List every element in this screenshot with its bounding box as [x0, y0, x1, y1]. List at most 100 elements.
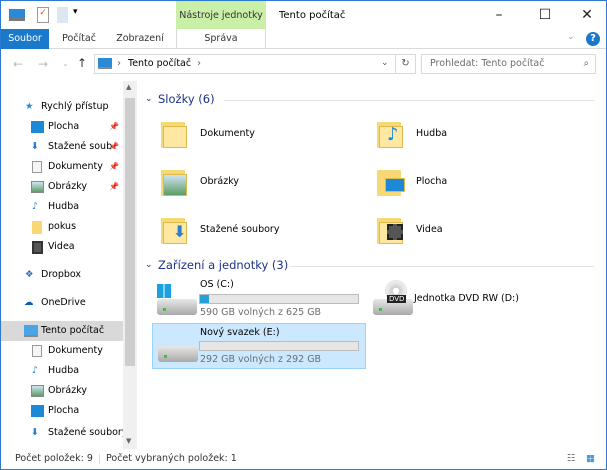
breadcrumb-separator[interactable]: ›	[197, 58, 201, 69]
search-icon: ⌕	[583, 58, 589, 69]
folder-plocha[interactable]: Plocha	[377, 166, 577, 198]
nav-label: Videa	[48, 241, 75, 252]
details-view-icon[interactable]: ☷	[567, 449, 576, 469]
large-icons-view-icon[interactable]: ▦	[586, 449, 595, 469]
nav-obrazky[interactable]: Obrázky 📌	[1, 177, 123, 197]
nav-label: Stažené soubory	[48, 427, 123, 438]
recent-locations-button[interactable]: ⌄	[62, 59, 69, 68]
folder-videa[interactable]: Videa	[377, 214, 577, 246]
collapse-devices-icon[interactable]: ⌄	[145, 260, 153, 270]
up-button[interactable]: ↑	[77, 56, 87, 70]
folder-hudba[interactable]: ♪ Hudba	[377, 118, 577, 150]
folder-label: Videa	[416, 224, 443, 235]
music-folder-icon: ♪	[377, 118, 403, 148]
videos-folder-icon	[377, 214, 403, 244]
drive-name: Nový svazek (E:)	[200, 327, 280, 338]
pin-icon: 📌	[109, 182, 119, 191]
collapse-folders-icon[interactable]: ⌄	[145, 94, 153, 104]
drive-c[interactable]: OS (C:) 590 GB volných z 625 GB	[152, 277, 366, 321]
search-placeholder: Prohledat: Tento počítač	[430, 58, 545, 69]
folder-label: Stažené soubory	[200, 224, 280, 235]
nav-pokus[interactable]: pokus	[1, 217, 123, 237]
folder-label: Hudba	[416, 128, 448, 139]
folders-header[interactable]: Složky (6)	[158, 92, 215, 106]
nav-label: Dropbox	[41, 269, 82, 280]
tab-zobrazeni[interactable]: Zobrazení	[109, 29, 171, 49]
drive-name: Jednotka DVD RW (D:)	[414, 293, 519, 304]
status-bar: Počet položek: 9 Počet vybraných položek…	[1, 449, 606, 469]
nav-dokumenty[interactable]: Dokumenty 📌	[1, 157, 123, 177]
address-dropdown-icon[interactable]: ⌄	[381, 58, 389, 68]
nav-pc-hudba[interactable]: ♪ Hudba	[1, 361, 123, 381]
pictures-icon	[31, 385, 44, 397]
nav-pc-plocha[interactable]: Plocha	[1, 401, 123, 421]
folder-stazene-soubory[interactable]: ⬇ Stažené soubory	[161, 214, 361, 246]
new-folder-icon[interactable]	[57, 7, 68, 23]
nav-dropbox[interactable]: ❖ Dropbox	[1, 265, 123, 285]
folder-dokumenty[interactable]: Dokumenty	[161, 118, 361, 150]
hard-drive-icon	[158, 346, 198, 362]
breadcrumb-separator[interactable]: ›	[117, 58, 121, 69]
tab-soubor[interactable]: Soubor	[1, 29, 49, 49]
computer-icon	[98, 58, 112, 69]
nav-label: Hudba	[48, 201, 80, 212]
folder-label: Dokumenty	[200, 128, 255, 139]
expand-ribbon-icon[interactable]: ⌄	[567, 32, 575, 42]
minimize-button[interactable]: –	[484, 5, 514, 25]
pin-icon: 📌	[109, 142, 119, 151]
drive-usage-bar	[199, 341, 359, 351]
dvd-badge: DVD	[387, 295, 407, 303]
drive-d[interactable]: DVD Jednotka DVD RW (D:)	[371, 277, 571, 321]
pin-icon: 📌	[109, 162, 119, 171]
breadcrumb-this-pc[interactable]: Tento počítač	[128, 58, 191, 69]
devices-header[interactable]: Zařízení a jednotky (3)	[158, 258, 288, 272]
refresh-icon[interactable]: ↻	[395, 55, 415, 73]
nav-videa[interactable]: Videa	[1, 237, 123, 257]
maximize-button[interactable]: ☐	[530, 5, 560, 25]
divider	[99, 454, 100, 464]
nav-pc-stazene[interactable]: ⬇ Stažené soubory	[1, 423, 123, 443]
pictures-folder-icon	[161, 166, 187, 196]
forward-button[interactable]: →	[38, 57, 48, 71]
nav-pc-dokumenty[interactable]: Dokumenty	[1, 341, 123, 361]
close-button[interactable]: ✕	[572, 5, 602, 25]
scroll-up-icon[interactable]: ▲	[126, 83, 131, 91]
nav-label: Hudba	[48, 365, 80, 376]
item-count: Počet položek: 9	[15, 453, 93, 464]
drive-e-selected[interactable]: Nový svazek (E:) 292 GB volných z 292 GB	[152, 323, 366, 369]
nav-stazene[interactable]: ⬇ Stažené soub 📌	[1, 137, 123, 157]
nav-scrollbar-thumb[interactable]	[125, 98, 135, 366]
search-input[interactable]: Prohledat: Tento počítač ⌕	[421, 54, 596, 74]
download-icon: ⬇	[31, 141, 39, 152]
drive-free-space: 292 GB volných z 292 GB	[200, 354, 322, 365]
folder-obrazky[interactable]: Obrázky	[161, 166, 361, 198]
music-icon: ♪	[32, 365, 39, 376]
pin-icon: 📌	[109, 122, 119, 131]
computer-icon	[24, 325, 38, 337]
customize-quick-access-icon[interactable]: ▾	[73, 7, 78, 23]
title-bar: ✓ ▾ Nástroje jednotky Tento počítač – ☐ …	[1, 1, 606, 29]
properties-icon[interactable]: ✓	[37, 7, 49, 23]
nav-plocha[interactable]: Plocha 📌	[1, 117, 123, 137]
hard-drive-icon	[157, 299, 197, 315]
nav-label: Tento počítač	[41, 325, 105, 336]
help-icon[interactable]: ?	[586, 32, 600, 46]
nav-pc-obrazky[interactable]: Obrázky	[1, 381, 123, 401]
nav-label: Stažené soub	[48, 141, 113, 152]
folder-label: Plocha	[416, 176, 448, 187]
nav-quick-access[interactable]: ★ Rychlý přístup	[1, 97, 123, 117]
nav-hudba[interactable]: ♪ Hudba	[1, 197, 123, 217]
address-bar[interactable]: › Tento počítač › ⌄ ↻	[94, 54, 416, 74]
nav-this-pc[interactable]: Tento počítač	[1, 321, 123, 341]
back-button[interactable]: ←	[13, 57, 23, 71]
videos-icon	[32, 241, 43, 254]
dropbox-icon: ❖	[25, 269, 34, 280]
scroll-down-icon[interactable]: ▼	[126, 437, 131, 445]
tab-sprava[interactable]: Správa	[176, 29, 266, 49]
window-title: Tento počítač	[279, 10, 346, 21]
computer-icon	[9, 9, 25, 21]
nav-label: OneDrive	[41, 297, 86, 308]
nav-onedrive[interactable]: ☁ OneDrive	[1, 293, 123, 313]
desktop-icon	[31, 405, 44, 417]
tab-pocitac[interactable]: Počítač	[53, 29, 105, 49]
